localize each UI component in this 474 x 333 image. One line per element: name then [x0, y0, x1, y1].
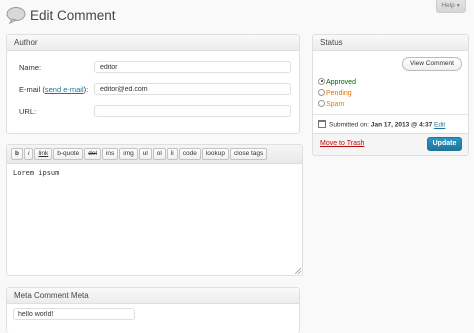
meta-box: Meta Comment Meta [6, 287, 300, 333]
submitted-info: Submitted on: Jan 17, 2013 @ 4:37 Edit [318, 120, 445, 129]
editor-toolbar: b i link b-quote del ins img ul ol li code lookup cl… [7, 145, 302, 164]
ol-button[interactable]: ol [152, 148, 166, 160]
spam-label: Spam [326, 101, 345, 108]
blockquote-button[interactable]: b-quote [53, 148, 84, 160]
email-label: E-mail (send e-mail): [19, 85, 89, 94]
view-comment-button[interactable]: View Comment [402, 57, 462, 71]
submitted-date: Jan 17, 2013 @ 4:37 [370, 121, 433, 129]
status-pending-option[interactable]: Pending [318, 88, 352, 99]
radio-approved[interactable] [318, 77, 325, 85]
ul-button[interactable]: ul [138, 148, 152, 160]
email-label-text: E-mail [19, 85, 41, 94]
name-input[interactable] [94, 61, 291, 73]
italic-button[interactable]: i [23, 148, 34, 160]
url-label: URL: [19, 107, 37, 116]
comment-editor: b i link b-quote del ins img ul ol li code lookup cl… [6, 144, 303, 276]
author-box-title: Author [7, 35, 299, 51]
send-email-link[interactable]: send e-mail [45, 85, 84, 94]
help-tab[interactable]: Help▼ [436, 0, 466, 13]
status-spam-option[interactable]: Spam [318, 99, 345, 110]
ins-button[interactable]: ins [101, 148, 119, 160]
edit-date-link[interactable]: Edit [434, 122, 445, 129]
status-approved-option[interactable]: Approved [318, 77, 356, 88]
submitted-prefix: Submitted on: [329, 121, 370, 129]
update-button[interactable]: Update [427, 137, 462, 151]
img-button[interactable]: img [119, 148, 138, 160]
move-to-trash-link[interactable]: Move to Trash [320, 140, 364, 147]
link-button[interactable]: link [34, 148, 53, 160]
calendar-icon [318, 120, 326, 128]
meta-input[interactable] [13, 308, 135, 320]
code-button[interactable]: code [178, 148, 201, 160]
page-title: Edit Comment [30, 8, 116, 23]
close-tags-button[interactable]: close tags [230, 148, 268, 160]
radio-pending[interactable] [318, 88, 325, 96]
status-actions: Move to Trash Update [313, 133, 468, 155]
status-box-title: Status [313, 35, 468, 51]
approved-label: Approved [326, 79, 356, 86]
pending-label: Pending [326, 90, 352, 97]
bold-button[interactable]: b [11, 148, 23, 160]
lookup-button[interactable]: lookup [201, 148, 230, 160]
url-input[interactable] [94, 105, 291, 117]
li-button[interactable]: li [166, 148, 178, 160]
comment-bubble-icon [6, 7, 26, 24]
name-label: Name: [19, 63, 42, 72]
author-box: Author Name: E-mail (send e-mail): URL: [6, 34, 300, 134]
radio-spam[interactable] [318, 99, 325, 107]
meta-box-title: Meta Comment Meta [7, 288, 299, 304]
comment-textarea[interactable]: Lorem ipsum [8, 165, 301, 274]
chevron-down-icon: ▼ [455, 3, 461, 9]
email-input[interactable] [94, 83, 291, 95]
status-box: Status View Comment Approved Pending Spa… [312, 34, 469, 156]
del-button[interactable]: del [84, 148, 101, 160]
resize-grip-icon[interactable] [294, 267, 301, 274]
status-divider [313, 114, 468, 115]
help-label: Help [441, 2, 455, 9]
